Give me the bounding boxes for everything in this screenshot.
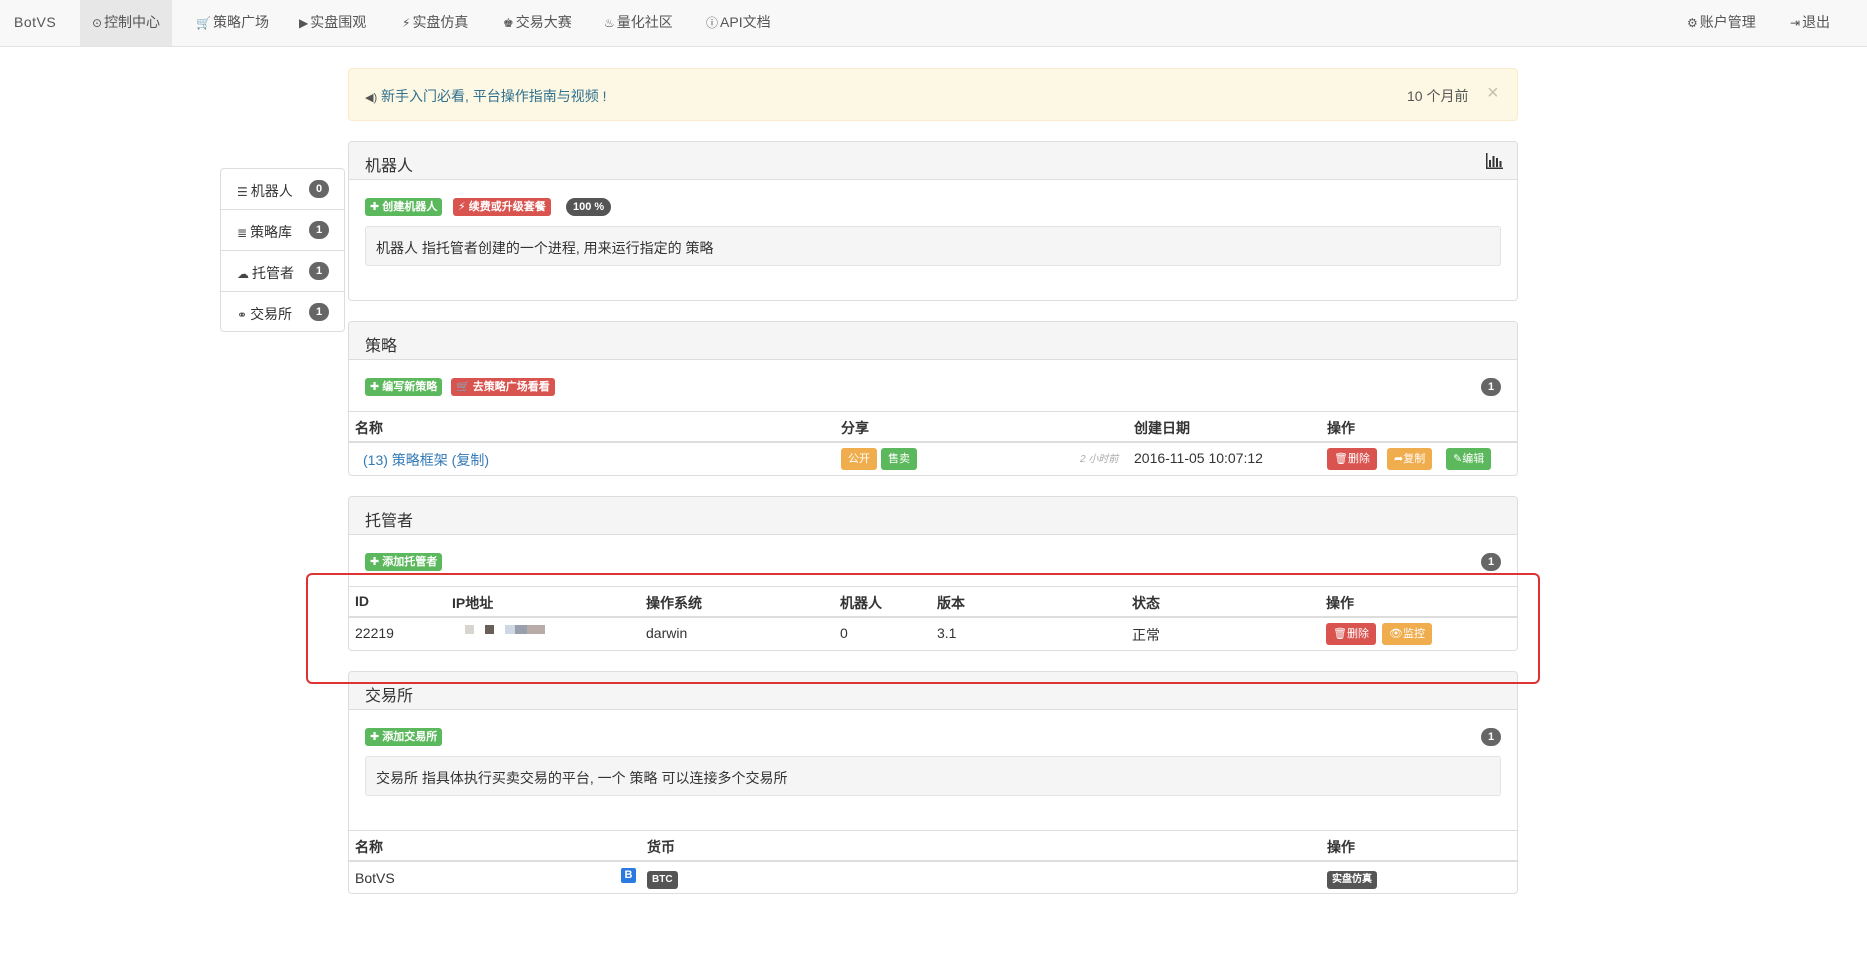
sidebar: ☰ 机器人 0 ≣ 策略库 1 ☁ 托管者 1 ⚭ 交易所 1 <box>220 168 345 332</box>
cloud-icon: ☁ <box>237 267 249 281</box>
exchanges-panel: 交易所 ✚ 添加交易所 1 交易所 指具体执行买卖交易的平台, 一个 策略 可以… <box>348 671 1518 894</box>
notice-alert: ◀) 新手入门必看, 平台操作指南与视频 ! 10 个月前 × <box>348 68 1518 121</box>
created-ago: 2 小时前 <box>1080 454 1119 465</box>
count-badge: 1 <box>309 221 329 239</box>
trophy-icon: ♚ <box>503 16 514 30</box>
cubes-icon: ⚭ <box>237 308 248 322</box>
quota-badge: 100 % <box>566 198 612 216</box>
notice-link[interactable]: ◀) 新手入门必看, 平台操作指南与视频 ! <box>365 86 607 106</box>
server-icon: ☰ <box>237 185 248 199</box>
nav-logout[interactable]: ⇥ 退出 <box>1778 0 1842 46</box>
gear-icon: ⚙ <box>1687 16 1698 30</box>
exchange-name: BotVS <box>355 870 395 886</box>
speaker-icon: ◀) <box>365 92 378 104</box>
brand-logo[interactable]: BotVS <box>14 14 56 30</box>
botvs-exchange-icon: B <box>621 868 636 883</box>
currency-badge: BTC <box>647 871 678 889</box>
robots-panel: 机器人 ✚ 创建机器人 ⚡ 续费或升级套餐 100 % 机器人 指托管者创建的一… <box>348 141 1518 301</box>
col-header-created: 创建日期 <box>1134 420 1190 436</box>
play-icon: ▶ <box>299 16 309 30</box>
exchanges-description: 交易所 指具体执行买卖交易的平台, 一个 策略 可以连接多个交易所 <box>365 756 1501 796</box>
sidebar-item-robots[interactable]: ☰ 机器人 0 <box>221 169 344 210</box>
share-sell-label: 售卖 <box>881 448 917 470</box>
count-badge: 1 <box>309 303 329 321</box>
add-exchange-button[interactable]: ✚ 添加交易所 <box>365 728 443 746</box>
count-badge: 0 <box>309 180 329 198</box>
notice-time: 10 个月前 <box>1407 88 1469 104</box>
strategy-name-link[interactable]: (13) 策略框架 (复制) <box>363 450 489 470</box>
nav-community[interactable]: ♨ 量化社区 <box>592 0 685 46</box>
col-header-name: 名称 <box>355 839 383 855</box>
strategy-market-button[interactable]: 🛒 去策略广场看看 <box>451 378 555 396</box>
edit-strategy-button[interactable]: ✎编辑 <box>1446 448 1492 470</box>
add-host-button[interactable]: ✚ 添加托管者 <box>365 553 443 571</box>
sidebar-item-exchanges[interactable]: ⚭ 交易所 1 <box>221 292 344 333</box>
new-strategy-button[interactable]: ✚ 编写新策略 <box>365 378 443 396</box>
bar-chart-icon[interactable] <box>1485 153 1503 169</box>
panel-title: 策略 <box>365 338 398 355</box>
nav-live-watch[interactable]: ▶ 实盘围观 <box>287 0 378 46</box>
copy-strategy-button[interactable]: ➦复制 <box>1387 448 1433 470</box>
robots-description: 机器人 指托管者创建的一个进程, 用来运行指定的 策略 <box>365 226 1501 266</box>
col-header-actions: 操作 <box>1327 420 1355 436</box>
top-navbar: BotVS ⊙ 控制中心 🛒 策略广场 ▶ 实盘围观 ⚡ 实盘仿真 ♚ 交易大赛 ♨ 量化社… <box>0 0 1867 47</box>
col-header-currency: 货币 <box>647 839 675 855</box>
nav-live-sim[interactable]: ⚡ 实盘仿真 <box>390 0 480 46</box>
create-robot-button[interactable]: ✚ 创建机器人 <box>365 198 443 216</box>
count-badge: 1 <box>309 262 329 280</box>
sidebar-item-strategies[interactable]: ≣ 策略库 1 <box>221 210 344 251</box>
renew-plan-button[interactable]: ⚡ 续费或升级套餐 <box>453 198 551 216</box>
panel-title: 机器人 <box>365 158 414 175</box>
count-badge: 1 <box>1481 728 1501 746</box>
created-date: 2016-11-05 10:07:12 <box>1134 450 1263 466</box>
sidebar-item-hosts[interactable]: ☁ 托管者 1 <box>221 251 344 292</box>
nav-account[interactable]: ⚙ 账户管理 <box>1675 0 1768 46</box>
count-badge: 1 <box>1481 378 1501 396</box>
bolt-icon: ⚡ <box>402 16 411 30</box>
clock-icon: ⊙ <box>92 16 103 30</box>
nav-control-center[interactable]: ⊙ 控制中心 <box>80 0 173 46</box>
nav-strategy-square[interactable]: 🛒 策略广场 <box>184 0 281 46</box>
panel-title: 托管者 <box>365 513 414 530</box>
highlight-annotation <box>306 573 1540 684</box>
delete-strategy-button[interactable]: 🗑删除 <box>1327 448 1377 470</box>
panel-title: 交易所 <box>365 688 414 705</box>
nav-api-docs[interactable]: ⓘ API文档 <box>694 0 783 46</box>
fire-icon: ♨ <box>604 16 615 30</box>
col-header-share: 分享 <box>841 420 869 436</box>
count-badge: 1 <box>1481 553 1501 571</box>
col-header-name: 名称 <box>355 420 383 436</box>
database-icon: ≣ <box>237 226 248 240</box>
close-icon[interactable]: × <box>1487 82 1499 105</box>
strategy-panel: 策略 ✚ 编写新策略 🛒 去策略广场看看 1 名称 分享 创建日期 操作 (13… <box>348 321 1518 476</box>
logout-icon: ⇥ <box>1790 16 1801 30</box>
info-icon: ⓘ <box>706 16 719 30</box>
share-public-label: 公开 <box>841 448 877 470</box>
col-header-actions: 操作 <box>1327 839 1355 855</box>
nav-contest[interactable]: ♚ 交易大赛 <box>491 0 584 46</box>
cart-icon: 🛒 <box>196 16 211 30</box>
live-sim-button[interactable]: 实盘仿真 <box>1327 871 1377 889</box>
